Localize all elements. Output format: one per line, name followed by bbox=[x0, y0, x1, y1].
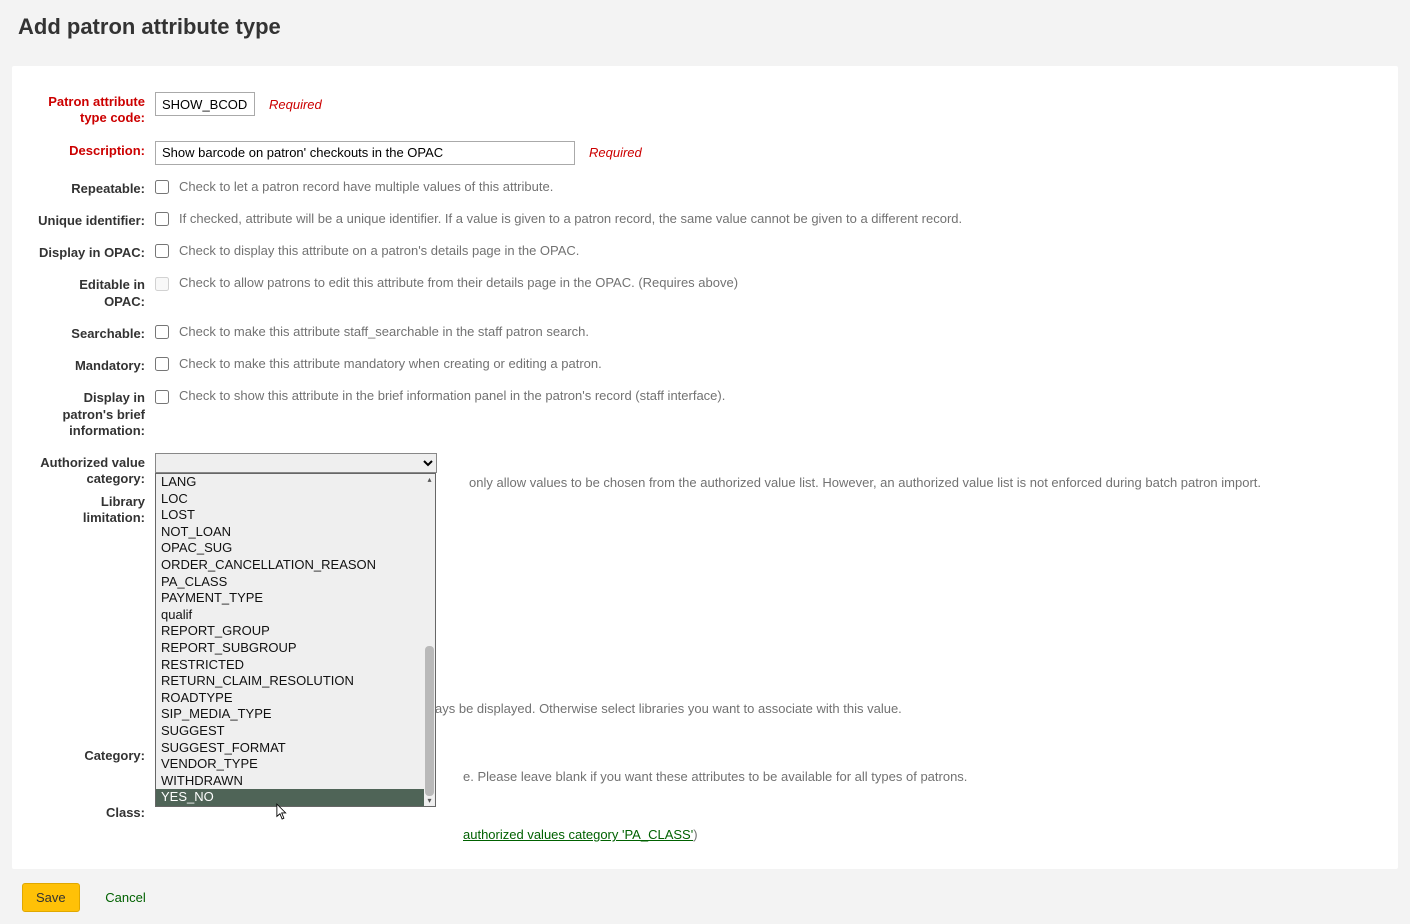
auth-value-option[interactable]: PAYMENT_TYPE bbox=[156, 590, 435, 607]
auth-value-option[interactable]: qualif bbox=[156, 607, 435, 624]
dropdown-scrollbar-track[interactable]: ▴ ▾ bbox=[424, 474, 435, 806]
dropdown-scrollbar-thumb[interactable] bbox=[425, 646, 434, 796]
auth-value-option[interactable]: LOST bbox=[156, 507, 435, 524]
auth-value-option[interactable]: LANG bbox=[156, 474, 435, 491]
hint-mandatory: Check to make this attribute mandatory w… bbox=[179, 356, 602, 373]
hint-searchable: Check to make this attribute staff_searc… bbox=[179, 324, 589, 341]
row-description: Description: Required bbox=[38, 141, 1372, 165]
cancel-link[interactable]: Cancel bbox=[105, 890, 145, 905]
auth-value-option[interactable]: RESTRICTED bbox=[156, 657, 435, 674]
auth-value-option[interactable]: PA_CLASS bbox=[156, 574, 435, 591]
mandatory-checkbox[interactable] bbox=[155, 357, 169, 371]
scroll-up-icon[interactable]: ▴ bbox=[424, 474, 435, 485]
label-editable-opac: Editable in OPAC: bbox=[38, 275, 155, 310]
auth-value-option[interactable]: WITHDRAWN bbox=[156, 773, 435, 790]
auth-value-option[interactable]: NOT_LOAN bbox=[156, 524, 435, 541]
required-description: Required bbox=[589, 145, 642, 160]
row-unique: Unique identifier: If checked, attribute… bbox=[38, 211, 1372, 229]
row-repeatable: Repeatable: Check to let a patron record… bbox=[38, 179, 1372, 197]
label-library-limitation: Library limitation: bbox=[38, 492, 155, 527]
row-display-opac: Display in OPAC: Check to display this a… bbox=[38, 243, 1372, 261]
auth-value-option[interactable]: LOC bbox=[156, 491, 435, 508]
row-brief: Display in patron's brief information: C… bbox=[38, 388, 1372, 439]
label-description: Description: bbox=[38, 141, 155, 159]
page-title: Add patron attribute type bbox=[18, 14, 1410, 40]
auth-value-dropdown[interactable]: LANGLOCLOSTNOT_LOANOPAC_SUGORDER_CANCELL… bbox=[155, 473, 436, 807]
hint-brief: Check to show this attribute in the brie… bbox=[179, 388, 725, 405]
auth-value-option[interactable]: REPORT_GROUP bbox=[156, 623, 435, 640]
hint-editable-opac: Check to allow patrons to edit this attr… bbox=[179, 275, 738, 292]
label-code: Patron attribute type code: bbox=[38, 92, 155, 127]
brief-checkbox[interactable] bbox=[155, 390, 169, 404]
editable-opac-checkbox[interactable] bbox=[155, 277, 169, 291]
paren-close: ) bbox=[693, 827, 697, 842]
repeatable-checkbox[interactable] bbox=[155, 180, 169, 194]
scroll-down-icon[interactable]: ▾ bbox=[424, 795, 435, 806]
pa-class-link[interactable]: authorized values category 'PA_CLASS' bbox=[463, 827, 693, 842]
label-repeatable: Repeatable: bbox=[38, 179, 155, 197]
hint-library-limitation: ays be displayed. Otherwise select libra… bbox=[435, 701, 902, 718]
auth-value-option[interactable]: SIP_MEDIA_TYPE bbox=[156, 706, 435, 723]
display-opac-checkbox[interactable] bbox=[155, 244, 169, 258]
row-searchable: Searchable: Check to make this attribute… bbox=[38, 324, 1372, 342]
label-searchable: Searchable: bbox=[38, 324, 155, 342]
hint-repeatable: Check to let a patron record have multip… bbox=[179, 179, 553, 196]
code-input[interactable] bbox=[155, 92, 255, 116]
auth-value-option[interactable]: SUGGEST_FORMAT bbox=[156, 740, 435, 757]
row-mandatory: Mandatory: Check to make this attribute … bbox=[38, 356, 1372, 374]
row-auth-value: Authorized value category: LANGLOCLOSTNO… bbox=[38, 453, 1372, 488]
hint-display-opac: Check to display this attribute on a pat… bbox=[179, 243, 579, 260]
hint-class: authorized values category 'PA_CLASS') bbox=[463, 827, 698, 842]
form-panel: Patron attribute type code: Required Des… bbox=[12, 66, 1398, 869]
auth-value-option[interactable]: REPORT_SUBGROUP bbox=[156, 640, 435, 657]
auth-value-option[interactable]: RETURN_CLAIM_RESOLUTION bbox=[156, 673, 435, 690]
label-display-opac: Display in OPAC: bbox=[38, 243, 155, 261]
label-mandatory: Mandatory: bbox=[38, 356, 155, 374]
form-actions: Save Cancel bbox=[22, 883, 1410, 924]
hint-unique: If checked, attribute will be a unique i… bbox=[179, 211, 962, 228]
required-code: Required bbox=[269, 97, 322, 112]
unique-checkbox[interactable] bbox=[155, 212, 169, 226]
row-code: Patron attribute type code: Required bbox=[38, 92, 1372, 127]
auth-value-option[interactable]: YES_NO bbox=[156, 789, 435, 806]
hint-category: e. Please leave blank if you want these … bbox=[463, 769, 967, 784]
auth-value-option[interactable]: VENDOR_TYPE bbox=[156, 756, 435, 773]
hint-auth-value: only allow values to be chosen from the … bbox=[469, 475, 1261, 492]
auth-value-option[interactable]: ORDER_CANCELLATION_REASON bbox=[156, 557, 435, 574]
auth-value-select[interactable] bbox=[155, 453, 437, 473]
label-category: Category: bbox=[38, 745, 155, 765]
label-class: Class: bbox=[38, 803, 155, 821]
auth-value-option[interactable]: OPAC_SUG bbox=[156, 540, 435, 557]
label-unique: Unique identifier: bbox=[38, 211, 155, 229]
description-input[interactable] bbox=[155, 141, 575, 165]
save-button[interactable]: Save bbox=[22, 883, 80, 912]
searchable-checkbox[interactable] bbox=[155, 325, 169, 339]
auth-value-option[interactable]: ROADTYPE bbox=[156, 690, 435, 707]
row-editable-opac: Editable in OPAC: Check to allow patrons… bbox=[38, 275, 1372, 310]
auth-value-option[interactable]: SUGGEST bbox=[156, 723, 435, 740]
label-auth-value: Authorized value category: bbox=[38, 453, 155, 488]
label-brief: Display in patron's brief information: bbox=[38, 388, 155, 439]
